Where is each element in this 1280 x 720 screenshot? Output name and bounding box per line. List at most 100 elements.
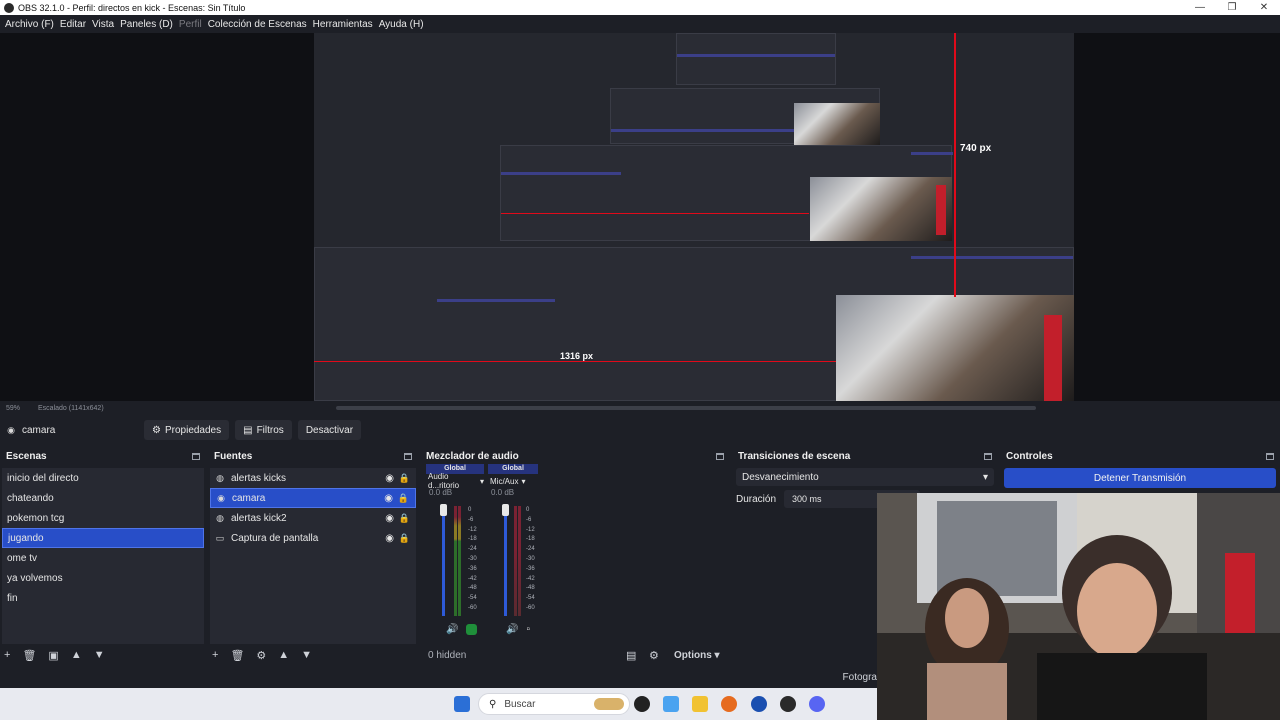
trash-icon[interactable]: 🗑 — [22, 649, 36, 662]
options-button[interactable]: Options ▾ — [674, 650, 720, 661]
source-item-selected[interactable]: ◉ camara ◉ 🔒 — [210, 488, 416, 508]
mixer-channel-mic: Global Mic/Aux ▾ 0.0 dB 0 -6 -12 -18 -24 -30 -3… — [488, 464, 546, 644]
eye-icon[interactable]: ◉ — [385, 473, 394, 484]
undock-icon[interactable] — [984, 452, 992, 460]
add-icon[interactable]: + — [4, 649, 10, 661]
webcam-overlay — [877, 493, 1280, 720]
menu-perfil: Perfil — [178, 18, 202, 30]
menu-vista[interactable]: Vista — [92, 19, 114, 30]
firefox-icon[interactable] — [721, 696, 737, 712]
lock-icon[interactable]: 🔒 — [399, 533, 410, 544]
scale-tick: -48 — [526, 585, 535, 592]
maximize-button[interactable]: ❐ — [1216, 0, 1248, 15]
windows-taskbar: ⚲ Buscar — [0, 688, 877, 720]
source-item[interactable]: ◍ alertas kick2 ◉ 🔒 — [210, 508, 416, 528]
eye-icon[interactable]: ◉ — [384, 493, 393, 504]
scale-tick: -60 — [468, 604, 477, 611]
move-up-icon[interactable]: ▲ — [71, 649, 82, 661]
filters-button[interactable]: ▤ Filtros — [235, 420, 292, 440]
scene-item[interactable]: ome tv — [2, 548, 204, 568]
lock-icon[interactable]: 🔒 — [398, 493, 409, 504]
source-item[interactable]: ◍ alertas kicks ◉ 🔒 — [210, 468, 416, 488]
gear-icon[interactable]: ⚙ — [256, 649, 266, 662]
scene-item[interactable]: pokemon tcg — [2, 508, 204, 528]
layout-icon[interactable]: ▤ — [626, 649, 636, 662]
controls-title: Controles — [1006, 450, 1053, 462]
move-down-icon[interactable]: ▼ — [94, 649, 105, 661]
stop-stream-button[interactable]: Detener Transmisión — [1004, 468, 1276, 488]
scene-item[interactable]: inicio del directo — [2, 468, 204, 488]
undock-icon[interactable] — [404, 452, 412, 460]
menu-coleccion-escenas[interactable]: Colección de Escenas — [208, 19, 307, 30]
scale-tick: -18 — [526, 536, 535, 543]
windows-start-icon[interactable] — [454, 696, 470, 712]
widget-icon[interactable] — [594, 698, 624, 710]
properties-label: Propiedades — [164, 424, 222, 436]
move-up-icon[interactable]: ▲ — [278, 649, 289, 661]
search-placeholder: Buscar — [504, 698, 536, 710]
properties-button[interactable]: ⚙ Propiedades — [144, 420, 230, 440]
source-item[interactable]: ▭ Captura de pantalla ◉ 🔒 — [210, 528, 416, 548]
transition-select[interactable]: Desvanecimiento ▾ — [736, 468, 994, 486]
menu-ayuda[interactable]: Ayuda (H) — [379, 19, 424, 30]
monitor-off-icon[interactable]: ▫ — [526, 624, 530, 635]
volume-fader[interactable] — [504, 506, 507, 616]
scaling-info[interactable]: Escalado (1141x642) — [38, 405, 104, 412]
app-icon[interactable] — [634, 696, 650, 712]
preview-scrollbar[interactable] — [336, 406, 1036, 410]
scene-item-selected[interactable]: jugando — [2, 528, 204, 548]
speaker-icon[interactable]: 🔊 — [506, 624, 518, 635]
dropdown-arrow-icon[interactable]: ▾ — [480, 477, 484, 486]
sources-title: Fuentes — [214, 450, 253, 462]
scene-item[interactable]: chateando — [2, 488, 204, 508]
headphones-icon[interactable] — [466, 624, 478, 635]
vertical-guide — [954, 33, 956, 297]
discord-icon[interactable] — [809, 696, 825, 712]
title-bar: OBS 32.1.0 - Perfil: directos en kick - … — [0, 0, 1280, 15]
fader-knob[interactable] — [502, 504, 509, 516]
deactivate-button[interactable]: Desactivar — [297, 420, 362, 440]
move-down-icon[interactable]: ▼ — [301, 649, 312, 661]
menu-editar[interactable]: Editar — [60, 19, 86, 30]
trash-icon[interactable]: 🗑 — [230, 649, 244, 662]
nested-webcam-large — [836, 295, 1074, 401]
lock-icon[interactable]: 🔒 — [399, 513, 410, 524]
source-name: alertas kick2 — [231, 512, 287, 524]
undock-icon[interactable] — [1266, 452, 1274, 460]
add-icon[interactable]: + — [212, 649, 218, 661]
dropdown-arrow-icon[interactable]: ▾ — [521, 477, 525, 486]
folder-icon[interactable] — [692, 696, 708, 712]
minimize-button[interactable]: — — [1184, 0, 1216, 15]
menu-herramientas[interactable]: Herramientas — [313, 19, 373, 30]
lock-icon[interactable]: 🔒 — [399, 473, 410, 484]
scene-item[interactable]: ya volvemos — [2, 568, 204, 588]
speaker-icon[interactable]: 🔊 — [446, 624, 458, 635]
eye-icon[interactable]: ◉ — [385, 533, 394, 544]
sources-list[interactable]: ◍ alertas kicks ◉ 🔒 ◉ camara ◉ 🔒 ◍ alert… — [210, 468, 416, 644]
obs-icon[interactable] — [780, 696, 796, 712]
menu-paneles[interactable]: Paneles (D) — [120, 19, 173, 30]
eye-icon[interactable]: ◉ — [385, 513, 394, 524]
copilot-icon[interactable] — [663, 696, 679, 712]
status-bar: Fotogra — [0, 666, 877, 688]
ea-icon[interactable] — [751, 696, 767, 712]
scene-filters-icon[interactable]: ▣ — [48, 649, 58, 662]
hidden-count: 0 hidden — [428, 649, 467, 661]
height-measure-label: 740 px — [960, 143, 992, 154]
fader-knob[interactable] — [440, 504, 447, 516]
close-button[interactable]: ✕ — [1248, 0, 1280, 15]
preview-canvas[interactable]: 740 px 1316 px — [314, 33, 1074, 401]
undock-icon[interactable] — [192, 452, 200, 460]
gear-icon: ⚙ — [152, 424, 161, 436]
advanced-audio-icon[interactable]: ⚙ — [649, 649, 659, 662]
scenes-list[interactable]: inicio del directo chateando pokemon tcg… — [2, 468, 204, 644]
scene-item[interactable]: fin — [2, 588, 204, 608]
undock-icon[interactable] — [716, 452, 724, 460]
camera-icon: ◉ — [7, 424, 15, 435]
channel-name[interactable]: Audio d...ritorio ▾ — [426, 472, 484, 490]
preview-area[interactable]: 740 px 1316 px — [0, 33, 1280, 401]
channel-name[interactable]: Mic/Aux ▾ — [488, 474, 546, 488]
volume-fader[interactable] — [442, 506, 445, 616]
zoom-level[interactable]: 59% — [6, 405, 20, 412]
menu-archivo[interactable]: Archivo (F) — [5, 19, 54, 30]
